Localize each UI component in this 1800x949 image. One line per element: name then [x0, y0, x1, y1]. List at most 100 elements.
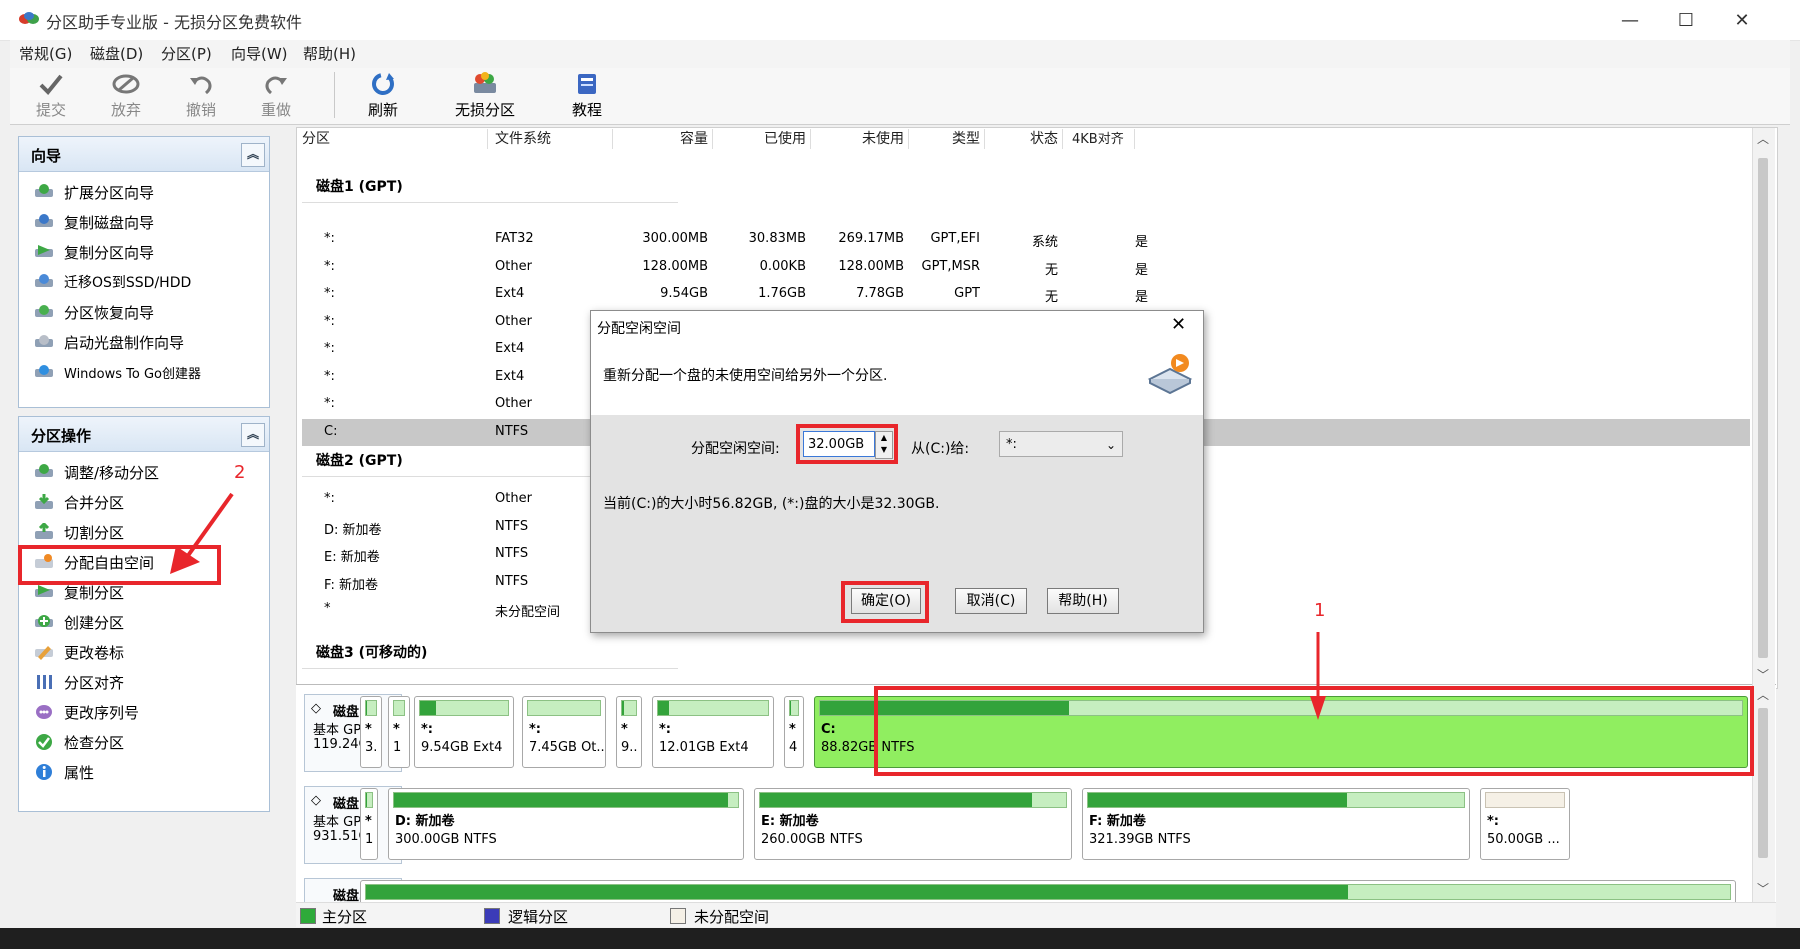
col-free[interactable]: 未使用 [810, 128, 904, 150]
wizard-copy-disk[interactable]: 复制磁盘向导 [33, 209, 154, 235]
partition-block[interactable]: F: 新加卷 321.39GB NTFS [1082, 788, 1470, 860]
op-resize-move[interactable]: 调整/移动分区 [33, 459, 159, 485]
col-4k-align[interactable]: 4KB对齐 [1072, 128, 1124, 150]
table-cell-fs: Ext4 [495, 286, 525, 301]
partition-block[interactable]: *: 12.01GB Ext4 [652, 696, 774, 768]
menu-partition[interactable]: 分区(P) [161, 43, 212, 64]
partition-block[interactable]: * 1 [388, 696, 410, 768]
table-cell-part: *: [324, 231, 335, 246]
discard-button[interactable]: 放弃 [89, 70, 163, 122]
collapse-ops-button[interactable]: ︽ [241, 423, 265, 447]
wizard-partition-recovery[interactable]: 分区恢复向导 [33, 299, 154, 325]
scroll-down-icon[interactable]: ﹀ [1757, 880, 1769, 897]
col-type[interactable]: 类型 [908, 128, 980, 150]
op-label: 创建分区 [64, 613, 125, 632]
op-split[interactable]: 切割分区 [33, 519, 124, 545]
partition-block[interactable]: * 4 [784, 696, 804, 768]
col-used[interactable]: 已使用 [712, 128, 806, 150]
allocate-space-dialog: 分配空闲空间 ✕ 重新分配一个盘的未使用空间给另外一个分区. 分配空闲空间: 3… [590, 310, 1204, 633]
disk2-list-header: 磁盘2 (GPT) [316, 453, 403, 469]
copy-partition-icon [33, 242, 55, 262]
scroll-down-icon[interactable]: ﹀ [1757, 666, 1769, 683]
dialog-close-button[interactable]: ✕ [1171, 314, 1186, 335]
op-change-label[interactable]: 更改卷标 [33, 639, 124, 665]
col-filesystem[interactable]: 文件系统 [495, 128, 551, 150]
wizard-bootable-media[interactable]: 启动光盘制作向导 [33, 329, 184, 355]
scroll-up-icon[interactable]: ︿ [1757, 130, 1769, 147]
op-merge[interactable]: 合并分区 [33, 489, 124, 515]
op-change-serial[interactable]: 更改序列号 [33, 699, 139, 725]
redo-button[interactable]: 重做 [239, 70, 313, 122]
table-cell-fs: Ext4 [495, 341, 525, 356]
wizard-migrate-os[interactable]: 迁移OS到SSD/HDD [33, 269, 191, 295]
partition-usage-bar [1485, 792, 1565, 808]
discard-icon [89, 70, 163, 98]
dialog-description: 重新分配一个盘的未使用空间给另外一个分区. [603, 368, 888, 384]
table-row[interactable]: *: Other 128.00MB 0.00KB 128.00MB GPT,MSR 无 是 [302, 254, 1750, 281]
table-cell-part: C: [324, 423, 338, 439]
wizard-item-label: 复制分区向导 [64, 243, 155, 262]
table-cell-free: 128.00MB [838, 258, 904, 274]
lossless-partition-button[interactable]: 无损分区 [440, 70, 530, 122]
wizard-item-label: Windows To Go创建器 [64, 366, 202, 382]
list-scrollbar[interactable]: ︿ ﹀ [1752, 128, 1775, 686]
table-cell-cap: 128.00MB [642, 258, 708, 274]
commit-button[interactable]: 提交 [14, 70, 88, 122]
op-create-partition[interactable]: 创建分区 [33, 609, 124, 635]
op-properties[interactable]: 属性 [33, 759, 94, 785]
table-row[interactable]: *: FAT32 300.00MB 30.83MB 269.17MB GPT,EFI 系统 是 [302, 226, 1750, 253]
scrollbar-thumb[interactable] [1758, 708, 1768, 858]
partition-drive-label: * [393, 722, 400, 737]
partition-block[interactable]: * 1 [360, 788, 378, 860]
from-select[interactable]: *: ⌄ [999, 431, 1123, 457]
partition-usage-fill [760, 793, 1033, 807]
partition-block[interactable]: *: 7.45GB Ot... [522, 696, 606, 768]
close-window-button[interactable]: ✕ [1714, 0, 1770, 40]
wizard-windows-to-go[interactable]: Windows To Go创建器 [33, 359, 201, 385]
partition-block[interactable]: *: 50.00GB ... [1480, 788, 1570, 860]
undo-button[interactable]: 撤销 [164, 70, 238, 122]
partition-block[interactable]: * 3. [360, 696, 382, 768]
col-capacity[interactable]: 容量 [612, 128, 708, 150]
tutorial-button[interactable]: 教程 [550, 70, 624, 122]
col-status[interactable]: 状态 [984, 128, 1058, 150]
partition-usage-bar [759, 792, 1067, 808]
op-check-partition[interactable]: 检查分区 [33, 729, 124, 755]
partition-usage-bar [365, 700, 377, 716]
app-logo-icon [19, 12, 39, 24]
partition-usage-fill [622, 701, 625, 715]
table-row[interactable]: *: Ext4 9.54GB 1.76GB 7.78GB GPT 无 是 [302, 281, 1750, 308]
disk3-header-rule [302, 668, 678, 669]
highlight-size-input [796, 424, 898, 464]
op-align-partition[interactable]: 分区对齐 [33, 669, 124, 695]
menu-disk[interactable]: 磁盘(D) [90, 43, 143, 64]
partition-block[interactable] [360, 880, 1736, 902]
menu-wizard[interactable]: 向导(W) [231, 43, 288, 64]
collapse-wizard-button[interactable]: ︽ [241, 143, 265, 167]
scroll-up-icon[interactable]: ︿ [1757, 686, 1769, 703]
table-cell-align: 是 [1134, 290, 1148, 305]
wizard-extend-partition[interactable]: 扩展分区向导 [33, 179, 154, 205]
partition-usage-bar [365, 792, 373, 808]
table-cell-fs: Ext4 [495, 368, 525, 384]
cancel-button[interactable]: 取消(C) [955, 588, 1027, 614]
refresh-button[interactable]: 刷新 [346, 70, 420, 122]
partition-block[interactable]: *: 9.54GB Ext4 [414, 696, 514, 768]
menu-general[interactable]: 常规(G) [19, 43, 72, 64]
minimize-button[interactable]: — [1602, 0, 1658, 40]
maximize-button[interactable]: ☐ [1658, 0, 1714, 40]
menu-help[interactable]: 帮助(H) [303, 43, 356, 64]
col-partition[interactable]: 分区 [302, 128, 330, 150]
wizard-copy-partition[interactable]: 复制分区向导 [33, 239, 154, 265]
partition-usage-bar [419, 700, 509, 716]
scrollbar-thumb[interactable] [1758, 158, 1768, 658]
diskmap-scrollbar[interactable]: ︿ ﹀ [1752, 684, 1775, 902]
partition-block[interactable]: * 9.. [616, 696, 642, 768]
op-label: 属性 [64, 763, 95, 782]
help-button[interactable]: 帮助(H) [1047, 588, 1119, 614]
disk-icon: ◇ [311, 701, 321, 716]
partition-block[interactable]: D: 新加卷 300.00GB NTFS [388, 788, 744, 860]
partition-block[interactable]: E: 新加卷 260.00GB NTFS [754, 788, 1072, 860]
partition-recovery-icon [33, 302, 55, 322]
table-cell-type: GPT,EFI [930, 231, 980, 246]
